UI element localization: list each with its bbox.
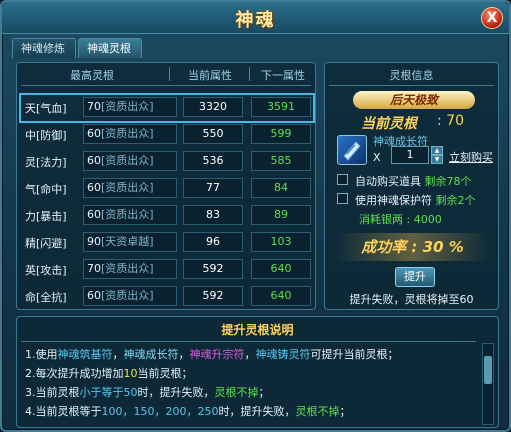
column-separator: [169, 67, 170, 81]
row-level: 60[资质出众]: [83, 286, 177, 306]
tab-cultivate[interactable]: 神魂修炼: [12, 38, 76, 58]
tier-badge: 后天极致: [353, 91, 475, 109]
table-row[interactable]: 英[攻击] 70[资质出众] 592 640: [23, 259, 311, 281]
growth-talisman-icon[interactable]: [337, 135, 367, 165]
success-rate: 成功率 : 30 %: [335, 233, 490, 261]
description-title: 提升灵根说明: [221, 323, 294, 337]
current-root-label: 当前灵根: [361, 116, 417, 132]
description-line: 3.当前灵根小于等于50时，提升失败，灵根不掉；: [25, 386, 270, 399]
row-name: 气[命中]: [25, 183, 67, 196]
row-next: 84: [251, 178, 311, 198]
row-level: 90[天资卓越]: [83, 232, 177, 252]
row-name: 中[防御]: [25, 129, 67, 142]
row-name: 天[气血]: [25, 102, 67, 115]
table-row[interactable]: 精[闪避] 90[天资卓越] 96 103: [23, 232, 311, 254]
protect-checkbox[interactable]: [337, 193, 348, 204]
row-current: 77: [183, 178, 243, 198]
root-info-panel: 灵根信息 后天极致 当前灵根 : 70 神魂成长符 X 1 ▲ ▼ 立刻购买 自…: [324, 62, 499, 310]
column-header-next: 下一属性: [261, 69, 305, 82]
row-name: 英[攻击]: [25, 264, 67, 277]
row-next: 599: [251, 124, 311, 144]
row-current: 550: [183, 124, 243, 144]
row-level: 60[资质出众]: [83, 205, 177, 225]
silver-cost: 消耗银两 : 4000: [359, 213, 442, 226]
row-next: 585: [251, 151, 311, 171]
row-current: 3320: [183, 97, 243, 117]
column-header-max-root: 最高灵根: [70, 69, 114, 82]
table-row[interactable]: 灵[法力] 60[资质出众] 536 585: [23, 151, 311, 173]
description-divider: [21, 341, 476, 342]
description-scrollbar[interactable]: [482, 343, 494, 425]
row-current: 536: [183, 151, 243, 171]
info-divider: [329, 85, 494, 86]
row-name: 命[全抗]: [25, 291, 67, 304]
auto-buy-remaining: 剩余78个: [424, 175, 472, 188]
column-header-current: 当前属性: [188, 69, 232, 82]
fail-note: 提升失败，灵根将掉至60: [349, 293, 474, 306]
description-panel: 提升灵根说明 1.使用神魂筑基符，神魂成长符，神魂升宗符，神魂铸灵符可提升当前灵…: [16, 316, 499, 428]
row-current: 96: [183, 232, 243, 252]
description-line: 1.使用神魂筑基符，神魂成长符，神魂升宗符，神魂铸灵符可提升当前灵根；: [25, 348, 399, 361]
auto-buy-label: 自动购买道具: [355, 175, 421, 188]
row-level: 60[资质出众]: [83, 151, 177, 171]
table-row[interactable]: 命[全抗] 60[资质出众] 592 640: [23, 286, 311, 308]
row-next: 3591: [251, 97, 311, 117]
description-line: 4.当前灵根等于100，150，200，250时，提升失败，灵根不掉；: [25, 405, 351, 418]
row-level: 70[资质出众]: [83, 97, 177, 117]
row-next: 89: [251, 205, 311, 225]
table-row[interactable]: 中[防御] 60[资质出众] 550 599: [23, 124, 311, 146]
scrollbar-thumb[interactable]: [484, 356, 492, 384]
row-level: 60[资质出众]: [83, 178, 177, 198]
row-level: 70[资质出众]: [83, 259, 177, 279]
quantity-stepper[interactable]: ▲ ▼: [431, 146, 443, 164]
row-next: 640: [251, 259, 311, 279]
row-name: 灵[法力]: [25, 156, 67, 169]
row-name: 精[闪避]: [25, 237, 67, 250]
quantity-input[interactable]: 1: [391, 146, 429, 164]
title-bar[interactable]: 神魂 X: [2, 2, 509, 34]
tab-spirit-root[interactable]: 神魂灵根: [78, 38, 142, 58]
table-row[interactable]: 力[暴击] 60[资质出众] 83 89: [23, 205, 311, 227]
row-next: 640: [251, 286, 311, 306]
table-row[interactable]: 气[命中] 60[资质出众] 77 84: [23, 178, 311, 200]
protect-remaining: 剩余2个: [435, 194, 476, 207]
table-row[interactable]: 天[气血] 70[资质出众] 3320 3591: [19, 93, 315, 123]
protect-label: 使用神魂保护符: [355, 194, 432, 207]
row-level: 60[资质出众]: [83, 124, 177, 144]
row-current: 592: [183, 259, 243, 279]
current-root-value: : 70: [437, 113, 464, 129]
buy-now-link[interactable]: 立刻购买: [449, 149, 493, 165]
auto-buy-checkbox[interactable]: [337, 174, 348, 185]
multiplier-label: X: [373, 151, 381, 164]
upgrade-button[interactable]: 提升: [395, 267, 435, 287]
row-next: 103: [251, 232, 311, 252]
root-table-panel: 最高灵根 当前属性 下一属性 天[气血] 70[资质出众] 3320 3591 …: [16, 62, 316, 310]
info-header: 灵根信息: [389, 69, 434, 82]
description-line: 2.每次提升成功增加10当前灵根；: [25, 367, 193, 380]
header-divider: [21, 85, 311, 86]
row-current: 592: [183, 286, 243, 306]
stepper-up-icon[interactable]: ▲: [431, 146, 443, 155]
window-title: 神魂: [235, 10, 276, 31]
row-current: 83: [183, 205, 243, 225]
row-name: 力[暴击]: [25, 210, 67, 223]
column-separator: [249, 67, 250, 81]
dialog-window: 神魂 X 神魂修炼 神魂灵根 最高灵根 当前属性 下一属性 天[气血] 70[资…: [0, 0, 511, 432]
close-button[interactable]: X: [481, 7, 503, 29]
stepper-down-icon[interactable]: ▼: [431, 155, 443, 164]
